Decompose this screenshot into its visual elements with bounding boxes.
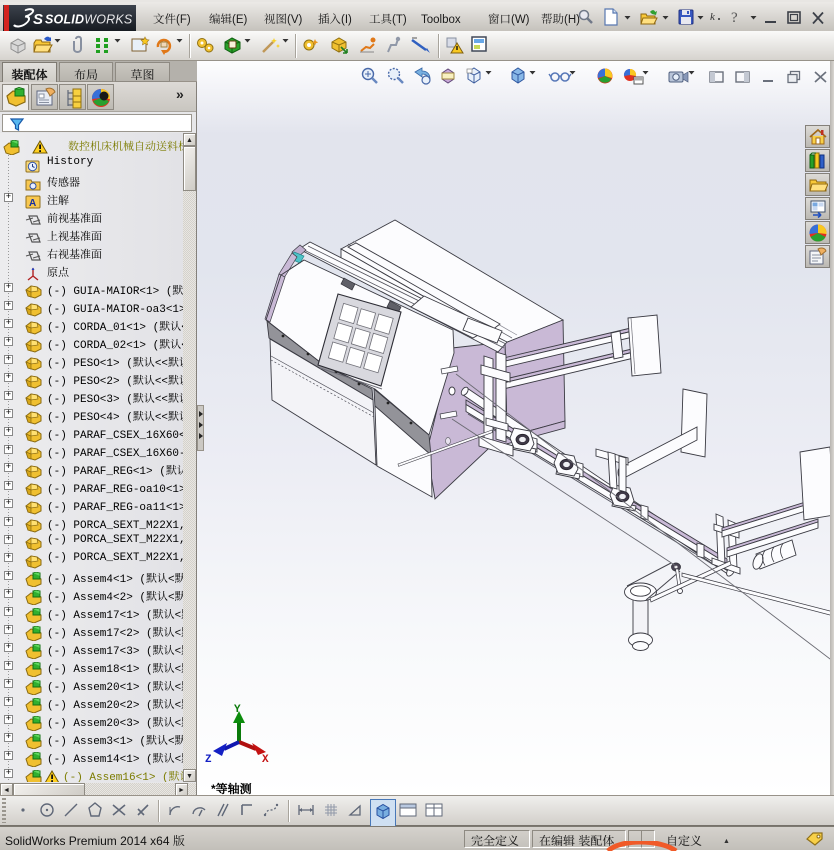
svg-text:SOLIDWORKS: SOLIDWORKS: [45, 13, 133, 27]
svg-text:k: k: [710, 11, 716, 23]
svg-text:?: ?: [731, 10, 738, 26]
svg-text:Z: Z: [205, 754, 212, 766]
svg-text:X: X: [262, 754, 269, 766]
svg-text:Y: Y: [234, 704, 241, 716]
svg-text:S: S: [33, 11, 43, 28]
